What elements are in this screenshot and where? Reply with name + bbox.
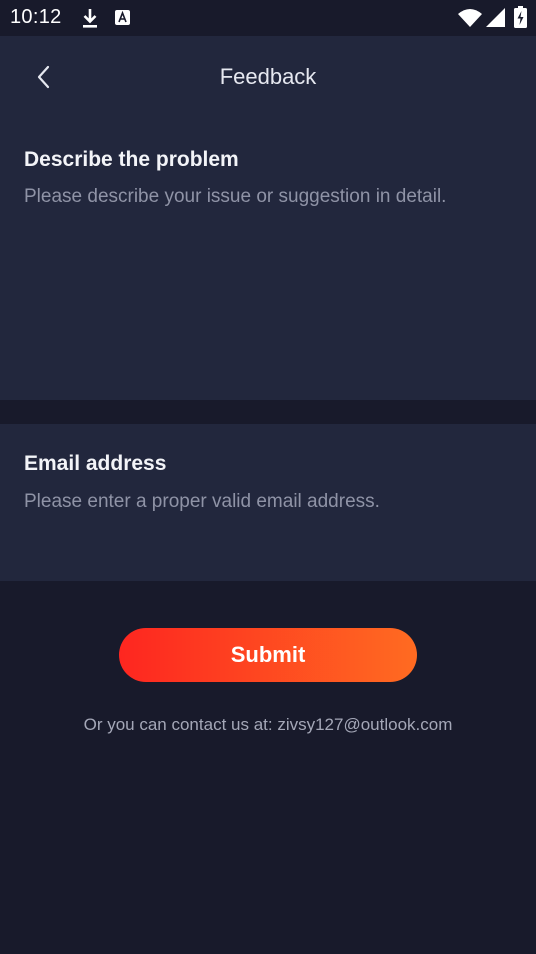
a-notification-icon (115, 10, 130, 30)
contact-email-text: Or you can contact us at: zivsy127@outlo… (83, 715, 453, 734)
problem-description-input[interactable] (24, 186, 512, 376)
email-section: Email address (0, 424, 536, 581)
email-input[interactable] (24, 488, 512, 516)
download-icon (81, 7, 99, 34)
signal-icon (485, 8, 505, 33)
status-time: 10:12 (10, 6, 62, 28)
battery-icon (514, 6, 527, 33)
wifi-icon (458, 8, 482, 33)
page-title: Feedback (219, 64, 317, 89)
problem-section: Describe the problem (0, 124, 536, 400)
app-header: Feedback (0, 36, 536, 124)
problem-heading: Describe the problem (24, 148, 239, 171)
submit-button[interactable]: Submit (119, 628, 417, 682)
email-heading: Email address (24, 452, 167, 475)
status-bar: 10:12 (0, 0, 536, 36)
